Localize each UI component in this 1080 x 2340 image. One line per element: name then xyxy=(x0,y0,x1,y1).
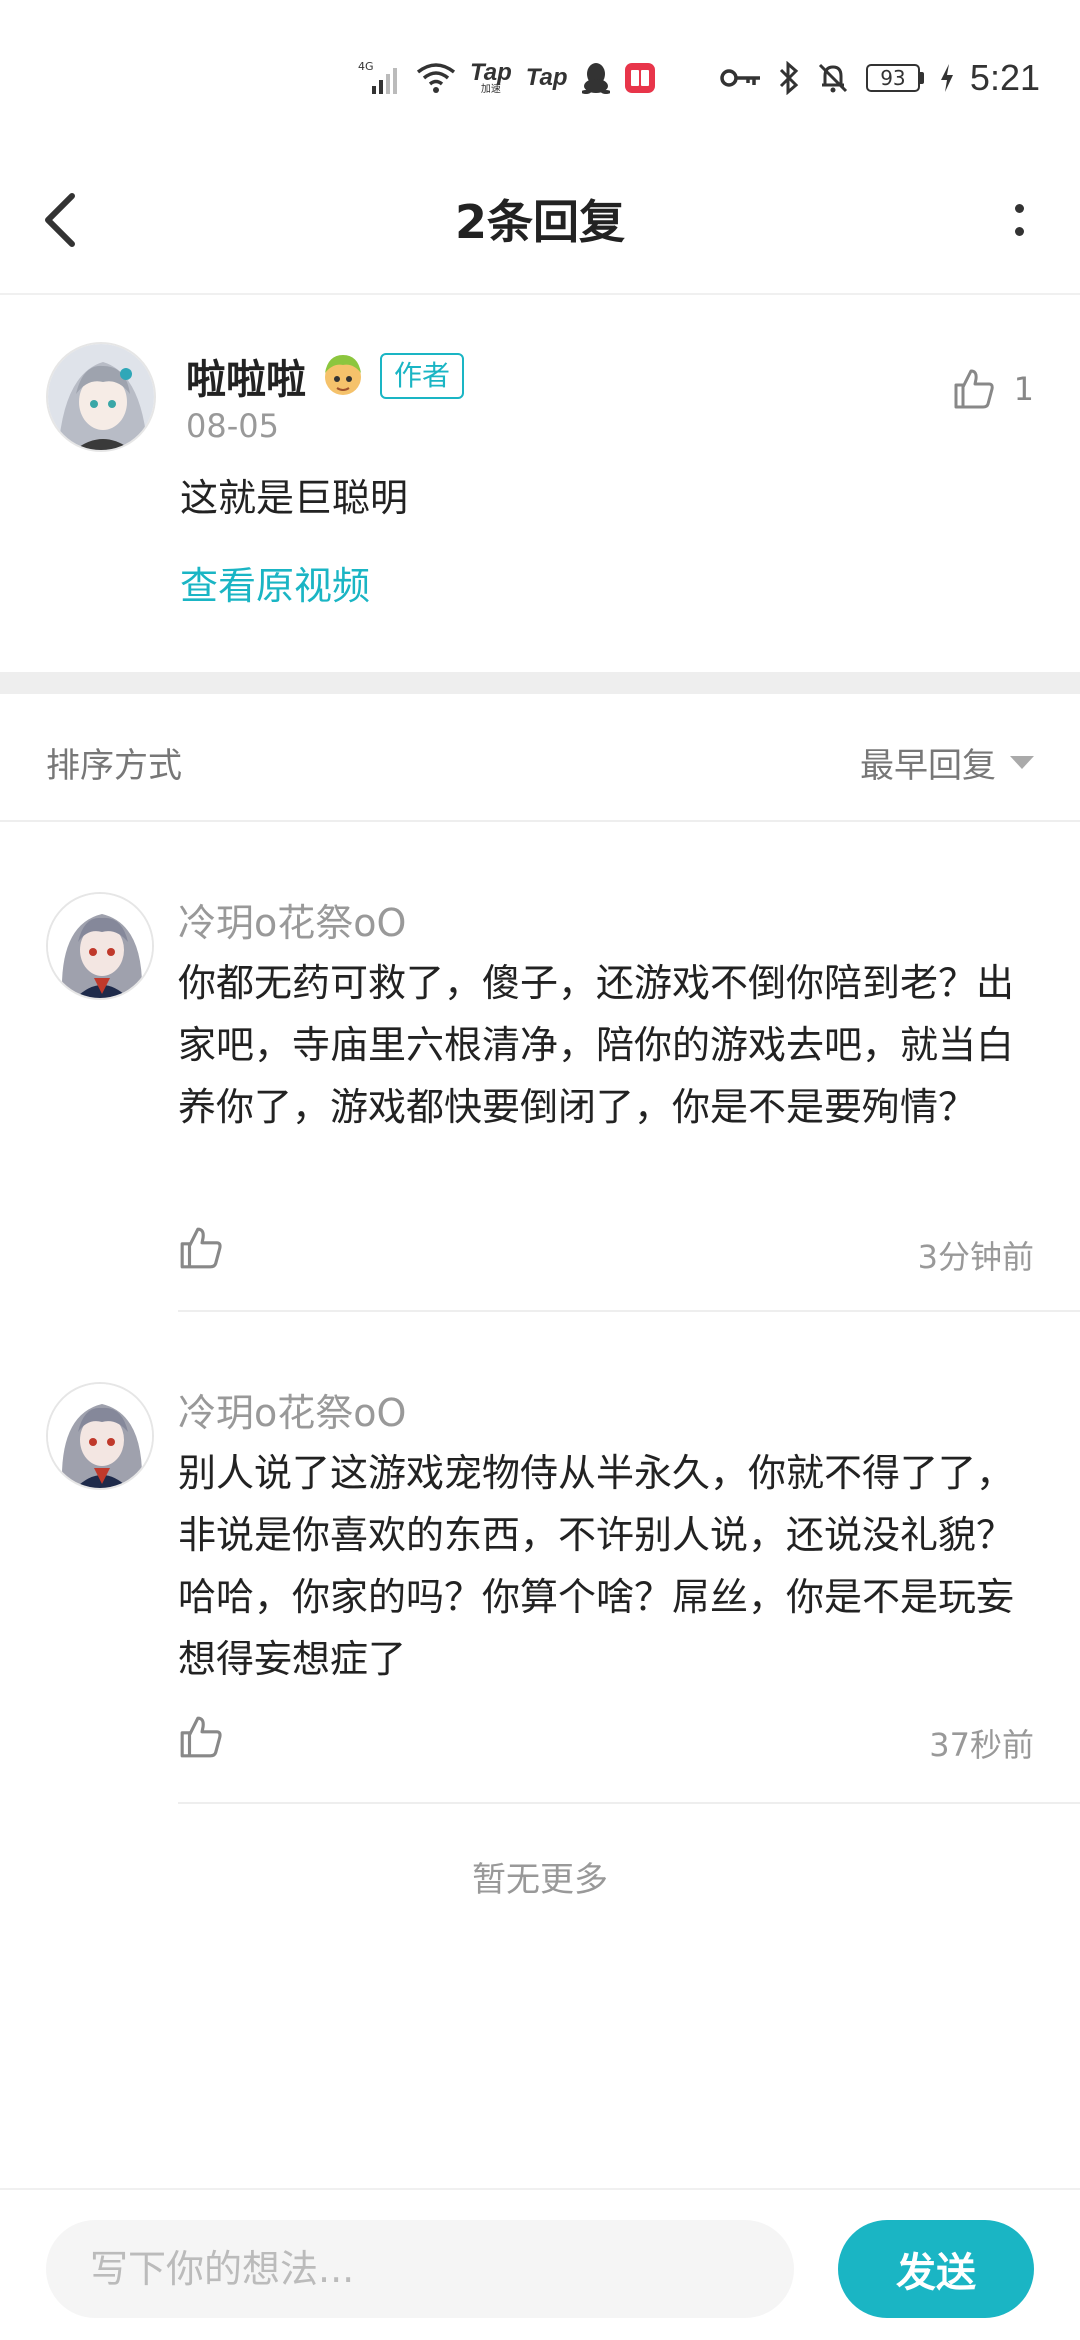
sort-bar: 排序方式 最早回复 xyxy=(0,694,1080,822)
original-comment: 啦啦啦 作者 08-05 1 这就是巨聪明 查看原视频 xyxy=(0,297,1080,672)
status-bar-left: 4G Tap 加速 Tap xyxy=(358,48,656,108)
thumbs-up-icon[interactable] xyxy=(178,1714,224,1760)
anime-avatar-icon xyxy=(48,1384,152,1488)
view-original-video-link[interactable]: 查看原视频 xyxy=(180,555,370,610)
more-dot-icon xyxy=(1015,227,1024,236)
more-dot-icon xyxy=(1015,204,1024,213)
sort-value: 最早回复 xyxy=(860,746,996,786)
author-avatar[interactable] xyxy=(46,342,156,452)
top-nav-bar: 2条回复 xyxy=(0,150,1080,295)
thumbs-up-icon[interactable] xyxy=(178,1225,224,1271)
tap-accelerator-icon: Tap 加速 xyxy=(470,59,512,95)
reply-item: 冷玥o花祭oO 你都无药可救了，傻子，还游戏不倒你陪到老？出家吧，寺庙里六根清净… xyxy=(0,822,1080,1312)
thumbs-up-icon xyxy=(954,369,994,409)
status-bar: 4G Tap 加速 Tap 93 5:21 xyxy=(0,0,1080,150)
reply-text: 别人说了这游戏宠物侍从半永久，你就不得了了，非说是你喜欢的东西，不许别人说，还说… xyxy=(178,1451,1015,1681)
replier-name[interactable]: 冷玥o花祭oO xyxy=(178,892,406,947)
key-icon xyxy=(720,66,762,90)
reply-text: 你都无药可救了，傻子，还游戏不倒你陪到老？出家吧，寺庙里六根清净，陪你的游戏去吧… xyxy=(178,961,1015,1129)
charging-icon xyxy=(940,63,954,93)
wifi-icon xyxy=(416,62,456,94)
bluetooth-icon xyxy=(778,61,800,95)
sort-dropdown[interactable]: 最早回复 xyxy=(860,738,1034,787)
more-options-button[interactable] xyxy=(960,180,1040,260)
comment-input[interactable] xyxy=(46,2220,794,2318)
comment-input-bar: 发送 xyxy=(0,2188,1080,2340)
book-app-icon xyxy=(624,62,656,94)
author-badge: 作者 xyxy=(380,353,465,399)
anime-avatar-icon xyxy=(48,894,152,998)
post-date: 08-05 xyxy=(186,407,279,445)
post-like-button[interactable]: 1 xyxy=(952,367,1034,411)
reply-time: 37秒前 xyxy=(929,1726,1034,1764)
mute-bell-icon xyxy=(816,61,850,95)
reply-time: 3分钟前 xyxy=(917,1238,1034,1276)
author-name-row: 啦啦啦 作者 xyxy=(186,347,465,405)
reply-item: 冷玥o花祭oO 别人说了这游戏宠物侍从半永久，你就不得了了，非说是你喜欢的东西，… xyxy=(0,1312,1080,1804)
replier-name[interactable]: 冷玥o花祭oO xyxy=(178,1382,406,1437)
reply-divider xyxy=(178,1802,1080,1804)
no-more-text: 暂无更多 xyxy=(472,1860,608,1900)
replier-avatar[interactable] xyxy=(46,892,154,1000)
avatar-badge-icon xyxy=(325,355,361,395)
page-title: 2条回复 xyxy=(454,195,625,249)
author-name[interactable]: 啦啦啦 xyxy=(186,347,306,405)
qq-penguin-icon xyxy=(581,62,610,94)
battery-icon: 93 xyxy=(865,64,924,92)
triangle-down-icon xyxy=(1010,755,1034,769)
svg-text:4G: 4G xyxy=(358,60,374,73)
like-count: 1 xyxy=(1013,370,1034,408)
send-button[interactable]: 发送 xyxy=(838,2220,1034,2318)
replier-avatar[interactable] xyxy=(46,1382,154,1490)
comment-text: 这就是巨聪明 xyxy=(180,476,409,520)
sort-label: 排序方式 xyxy=(46,746,182,786)
clock: 5:21 xyxy=(969,57,1040,98)
section-divider xyxy=(0,672,1080,694)
status-bar-right: 93 5:21 xyxy=(720,48,1040,108)
tap-app-icon: Tap xyxy=(525,64,568,91)
signal-4g-icon: 4G xyxy=(358,58,402,98)
anime-avatar-icon xyxy=(48,344,154,450)
